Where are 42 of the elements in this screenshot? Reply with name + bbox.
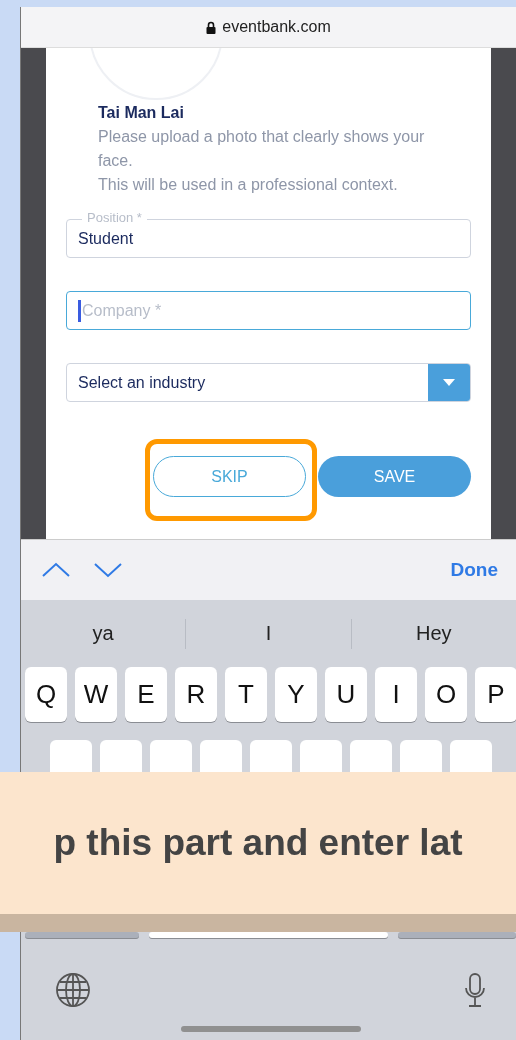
keyboard-key[interactable]: [25, 932, 139, 938]
keyboard-key[interactable]: [300, 740, 342, 772]
suggestion[interactable]: Hey: [351, 618, 516, 649]
suggestion[interactable]: I: [186, 618, 351, 649]
keyboard-key[interactable]: P: [475, 667, 516, 722]
chevron-up-icon[interactable]: [41, 561, 71, 579]
keyboard-key[interactable]: [400, 740, 442, 772]
lock-icon: [206, 20, 217, 34]
keyboard-key[interactable]: [100, 740, 142, 772]
keyboard-key[interactable]: U: [325, 667, 367, 722]
keyboard-key[interactable]: O: [425, 667, 467, 722]
caption-text: p this part and enter lat: [53, 822, 463, 864]
keyboard-key[interactable]: Q: [25, 667, 67, 722]
done-button[interactable]: Done: [450, 559, 498, 581]
keyboard-key[interactable]: [350, 740, 392, 772]
keyboard-key[interactable]: [50, 740, 92, 772]
chevron-down-icon[interactable]: [93, 561, 123, 579]
keyboard-key[interactable]: [250, 740, 292, 772]
keyboard-key[interactable]: [397, 932, 516, 938]
microphone-icon[interactable]: [464, 973, 486, 1007]
dropdown-button[interactable]: [428, 364, 470, 401]
keyboard-key[interactable]: [148, 932, 388, 938]
globe-icon[interactable]: [55, 972, 91, 1008]
address-bar[interactable]: eventbank.com: [21, 7, 516, 48]
keyboard-key[interactable]: R: [175, 667, 217, 722]
keyboard-key[interactable]: I: [375, 667, 417, 722]
keyboard-key[interactable]: [450, 740, 492, 772]
keyboard-key[interactable]: Y: [275, 667, 317, 722]
keyboard-key[interactable]: T: [225, 667, 267, 722]
industry-select[interactable]: Select an industry: [66, 363, 471, 402]
upload-hint: This will be used in a professional context.: [98, 175, 399, 195]
profile-name: Tai Man Lai: [98, 104, 185, 122]
keyboard-key[interactable]: [150, 740, 192, 772]
suggestion[interactable]: ya: [21, 618, 186, 649]
keyboard-key[interactable]: E: [125, 667, 167, 722]
select-value: Select an industry: [78, 373, 206, 392]
keyboard-key[interactable]: W: [75, 667, 117, 722]
url-text: eventbank.com: [222, 18, 331, 36]
keyboard-key[interactable]: [200, 740, 242, 772]
field-label: Position *: [82, 210, 147, 225]
upload-hint: Please upload a photo that clearly shows your face.: [98, 127, 426, 171]
caret-icon: [443, 379, 455, 386]
